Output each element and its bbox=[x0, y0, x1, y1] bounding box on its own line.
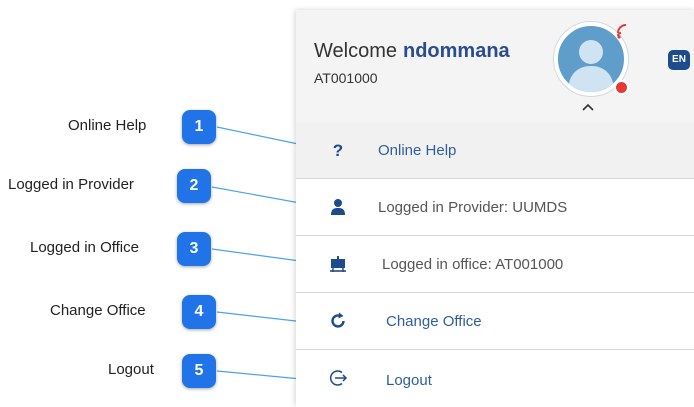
callout-badge-1: 1 bbox=[182, 110, 216, 144]
callout-label-logged-in-office: Logged in Office bbox=[30, 239, 139, 256]
callout-label-change-office: Change Office bbox=[50, 302, 146, 319]
menu-item-online-help[interactable]: ? Online Help bbox=[296, 122, 694, 179]
status-dot bbox=[614, 80, 629, 95]
menu-item-logout[interactable]: Logout bbox=[296, 350, 694, 407]
menu-label-logged-in-provider: Logged in Provider: UUMDS bbox=[378, 199, 568, 216]
user-id: AT001000 bbox=[314, 70, 378, 86]
welcome-message: Welcome ndommana bbox=[314, 40, 510, 63]
menu-label-change-office: Change Office bbox=[386, 313, 482, 330]
user-header: Welcome ndommana AT001000 EN bbox=[296, 10, 694, 122]
svg-text:?: ? bbox=[333, 141, 343, 160]
language-button[interactable]: EN bbox=[668, 50, 690, 70]
menu-item-logged-in-provider: Logged in Provider: UUMDS bbox=[296, 179, 694, 236]
menu-label-logged-in-office: Logged in office: AT001000 bbox=[382, 256, 564, 273]
callout-label-logout: Logout bbox=[108, 361, 154, 378]
chevron-up-icon[interactable] bbox=[581, 102, 595, 112]
menu-item-logged-in-office: Logged in office: AT001000 bbox=[296, 236, 694, 293]
person-icon bbox=[331, 199, 345, 215]
office-icon bbox=[330, 256, 346, 272]
question-mark-icon: ? bbox=[333, 141, 343, 160]
menu-label-online-help: Online Help bbox=[378, 142, 457, 159]
callout-label-online-help: Online Help bbox=[68, 117, 147, 134]
wifi-signal-icon bbox=[617, 24, 627, 39]
callout-badge-4: 4 bbox=[182, 295, 216, 329]
username: ndommana bbox=[403, 40, 510, 62]
menu-label-logout: Logout bbox=[386, 372, 432, 389]
refresh-icon bbox=[331, 312, 345, 328]
callout-badge-3: 3 bbox=[177, 232, 211, 266]
logout-icon bbox=[329, 370, 348, 386]
callout-badge-5: 5 bbox=[182, 354, 216, 388]
user-menu-panel: Welcome ndommana AT001000 EN ? Online Hel… bbox=[296, 10, 694, 407]
callout-label-logged-in-provider: Logged in Provider bbox=[8, 176, 134, 193]
callout-badge-2: 2 bbox=[177, 169, 211, 203]
menu-item-change-office[interactable]: Change Office bbox=[296, 293, 694, 350]
welcome-text: Welcome bbox=[314, 40, 397, 62]
